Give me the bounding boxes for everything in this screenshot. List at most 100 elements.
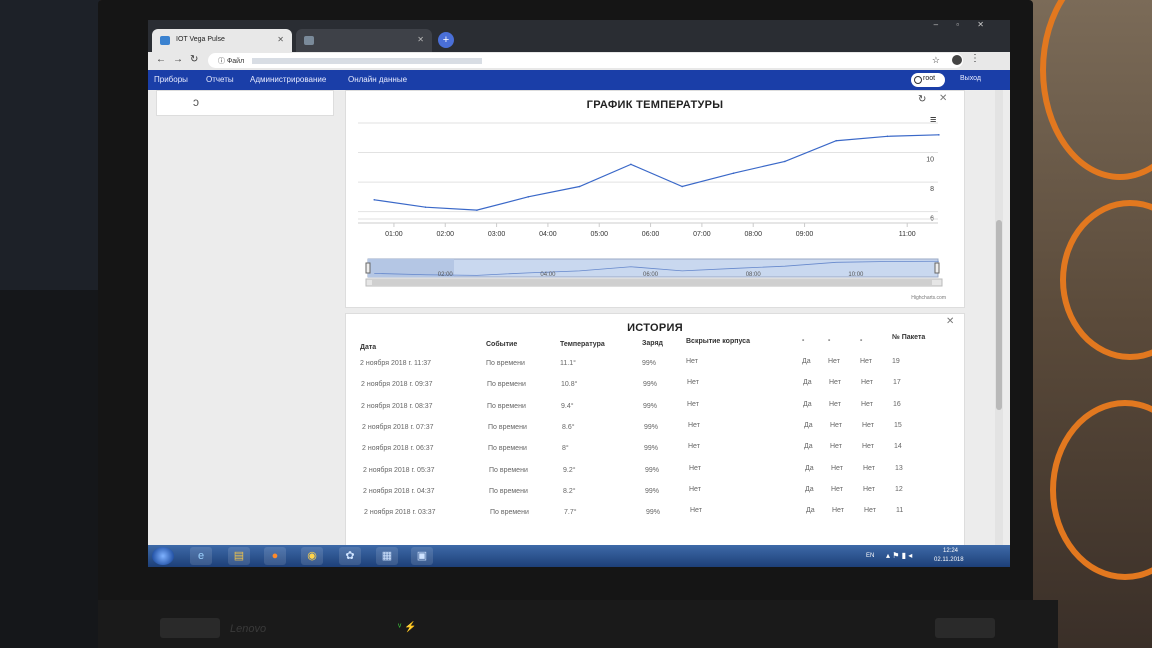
favicon-icon — [304, 36, 314, 45]
history-column-header[interactable]: Событие — [486, 341, 517, 348]
tab-iot-vega-pulse[interactable]: IOT Vega Pulse ✕ — [152, 29, 292, 52]
history-column-header[interactable]: - — [802, 337, 804, 344]
tray-icons[interactable]: ▴ ⚑ ▮ ◂ — [886, 551, 912, 560]
bookmark-star-icon[interactable]: ☆ — [932, 55, 940, 66]
data-point — [630, 163, 632, 166]
close-tab-icon[interactable]: ✕ — [277, 35, 284, 44]
window-controls[interactable]: – ▫ ✕ — [934, 20, 992, 29]
history-cell: Да — [804, 443, 813, 451]
history-cell: 8° — [562, 445, 569, 453]
close-tab-icon[interactable]: ✕ — [417, 35, 424, 44]
app-navbar: Приборы Отчеты Администрирование Онлайн … — [148, 70, 1010, 90]
history-cell: 15 — [894, 421, 902, 429]
data-point — [784, 160, 786, 163]
start-button[interactable] — [152, 547, 174, 565]
history-cell: Нет — [862, 421, 874, 429]
history-cell: Да — [804, 421, 813, 429]
history-cell: 8.2° — [563, 487, 576, 495]
page-content: ↄ ГРАФИК ТЕМПЕРАТУРЫ ↻ ✕ ≡ 681001:0002:0… — [148, 90, 1010, 553]
x-tick-label: 02:00 — [436, 231, 454, 238]
x-tick-label: 08:00 — [744, 231, 762, 238]
firefox-icon[interactable]: ● — [264, 547, 286, 565]
clock-time[interactable]: 12:24 — [943, 548, 958, 554]
history-column-header[interactable]: Температура — [560, 341, 605, 348]
history-cell: Нет — [830, 421, 842, 429]
back-icon[interactable]: ← — [156, 54, 166, 65]
chrome-icon[interactable]: ◉ — [301, 547, 323, 565]
history-cell: 99% — [645, 487, 660, 495]
history-cell: 11.1° — [560, 360, 576, 367]
language-indicator[interactable]: EN — [866, 553, 874, 559]
user-badge[interactable]: root — [911, 73, 945, 87]
ie-icon[interactable]: e — [190, 547, 212, 565]
nav-item-admin[interactable]: Администрирование — [250, 75, 326, 84]
new-tab-button[interactable]: + — [438, 32, 454, 48]
laptop-hinge — [935, 618, 995, 638]
app-icon[interactable]: ✿ — [339, 547, 361, 565]
history-cell: Нет — [831, 485, 843, 493]
nav-item-reports[interactable]: Отчеты — [206, 75, 234, 84]
app-icon[interactable]: ▦ — [376, 547, 398, 565]
history-cell: 99% — [643, 381, 658, 389]
forward-icon[interactable]: → — [173, 54, 183, 65]
y-tick-label: 10 — [926, 157, 934, 164]
history-cell: 99% — [644, 445, 659, 453]
history-cell: 9.4° — [561, 402, 574, 410]
temperature-chart-panel: ГРАФИК ТЕМПЕРАТУРЫ ↻ ✕ ≡ 681001:0002:000… — [345, 90, 965, 308]
nav-item-online-data[interactable]: Онлайн данные — [348, 75, 407, 84]
browser-toolbar: ← → ↻ ⓘ Файл ☆ ⋮ — [148, 52, 1010, 70]
logout-link[interactable]: Выход — [960, 75, 981, 82]
scrollbar-thumb[interactable] — [996, 220, 1002, 410]
laptop-brand: Lenovo — [230, 623, 267, 635]
history-column-header[interactable]: № Пакета — [892, 334, 925, 341]
background-monitor — [0, 0, 100, 300]
history-cell: Нет — [689, 464, 701, 472]
history-cell: Да — [803, 379, 812, 387]
history-cell: Нет — [861, 379, 873, 387]
account-icon[interactable] — [952, 55, 962, 65]
history-cell: 10.8° — [561, 381, 578, 389]
nav-item-devices[interactable]: Приборы — [154, 75, 188, 84]
history-cell: Да — [805, 485, 814, 493]
history-cell: Нет — [862, 443, 874, 451]
browser-menu-icon[interactable]: ⋮ — [970, 53, 980, 64]
status-led-icon: ᵛ ⚡ — [398, 622, 417, 633]
history-cell: Нет — [830, 443, 842, 451]
screen: IOT Vega Pulse ✕ ✕ + – ▫ ✕ ← → ↻ ⓘ Файл … — [148, 20, 1010, 567]
history-cell: 2 ноября 2018 г. 06:37 — [362, 445, 434, 453]
app-icon[interactable]: ▣ — [411, 547, 433, 565]
history-cell: Нет — [689, 485, 701, 493]
history-column-header[interactable]: - — [828, 337, 830, 344]
history-column-header[interactable]: Дата — [360, 344, 376, 351]
close-icon[interactable]: ✕ — [946, 316, 954, 327]
address-url-redacted — [252, 58, 483, 65]
page-scrollbar[interactable] — [995, 90, 1003, 545]
history-cell: 16 — [893, 400, 901, 408]
history-column-header[interactable]: - — [860, 337, 862, 344]
history-cell: 17 — [893, 379, 901, 387]
x-tick-label: 01:00 — [385, 231, 403, 238]
reload-icon[interactable]: ↻ — [190, 54, 198, 65]
history-cell: 12 — [895, 485, 903, 493]
windows-taskbar: e ▤ ● ◉ ✿ ▦ ▣ EN ▴ ⚑ ▮ ◂ 12:24 02.11.201… — [148, 545, 1010, 567]
history-cell: 99% — [642, 360, 657, 367]
explorer-icon[interactable]: ▤ — [228, 547, 250, 565]
clock-date[interactable]: 02.11.2018 — [934, 557, 964, 563]
navigator-label: 02:00 — [438, 272, 454, 278]
address-bar[interactable]: ⓘ Файл — [208, 53, 963, 68]
history-column-header[interactable]: Заряд — [642, 340, 663, 347]
history-title: ИСТОРИЯ — [627, 322, 683, 334]
temperature-chart: 681001:0002:0003:0004:0005:0006:0007:000… — [358, 122, 943, 287]
history-cell: 2 ноября 2018 г. 09:37 — [361, 381, 433, 389]
history-cell: По времени — [487, 381, 526, 389]
history-cell: 2 ноября 2018 г. 08:37 — [361, 402, 433, 410]
tab-secondary[interactable]: ✕ — [296, 29, 432, 52]
history-cell: Нет — [829, 400, 841, 408]
history-column-header[interactable]: Вскрытие корпуса — [686, 338, 750, 345]
history-cell: 99% — [646, 509, 661, 517]
data-point — [681, 185, 684, 188]
history-cell: 99% — [643, 402, 658, 410]
navigator-scroll-thumb — [372, 280, 932, 285]
history-cell: 19 — [892, 358, 900, 365]
history-cell: Да — [802, 358, 811, 365]
